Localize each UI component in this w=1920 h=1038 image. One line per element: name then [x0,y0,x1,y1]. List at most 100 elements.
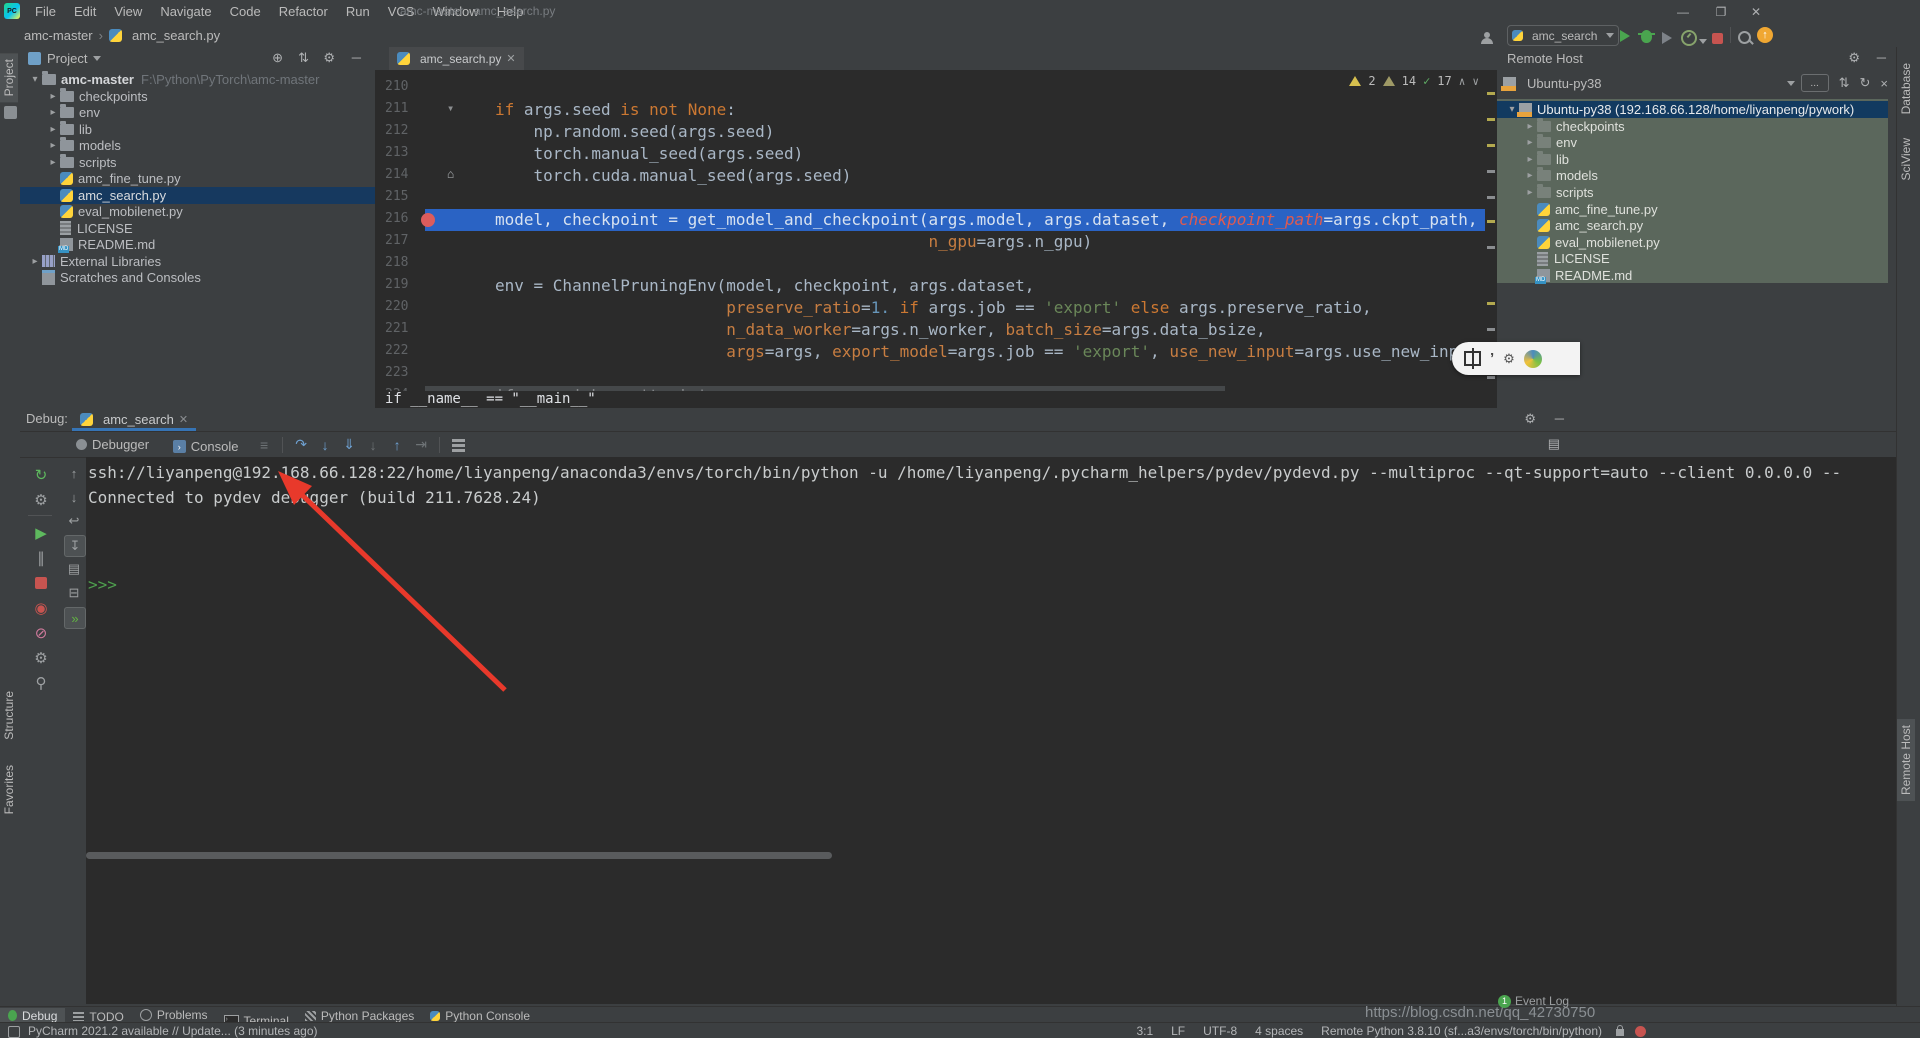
tool-window-tab-structure[interactable]: Structure [0,685,18,746]
stripe-mark[interactable] [1487,92,1495,95]
settings-icon[interactable]: ⚙ [1524,411,1536,427]
tree-row-scripts[interactable]: ▸scripts [1497,184,1888,201]
chevron-right-icon[interactable]: ▸ [46,91,60,102]
status-widget[interactable]: 4 spaces [1255,1024,1303,1038]
fold-marker-icon[interactable]: ⌂ [447,167,454,181]
chevron-right-icon[interactable]: ▸ [1523,121,1537,132]
tool-window-tab-sciview[interactable]: SciView [1897,132,1915,186]
remote-config-select[interactable]: Ubuntu-py38 [1527,76,1601,91]
readonly-lock-icon[interactable] [1616,1029,1624,1036]
down-stack-trace-icon[interactable]: ↓ [64,487,84,507]
run-to-cursor-icon[interactable]: ⇥ [409,436,433,453]
python-prompt[interactable]: >>> [88,575,117,594]
stripe-mark[interactable] [1487,376,1495,379]
settings-icon[interactable]: ⚙ [323,50,335,66]
code-editor[interactable]: 2 14 ✓ 17 ∧ ∨ 210211▾if args.seed is not… [375,70,1497,408]
locate-icon[interactable]: ⊕ [272,50,283,66]
search-everywhere-icon[interactable] [1738,29,1751,44]
maximize-button[interactable]: ❐ [1706,0,1736,23]
ime-chinese-icon[interactable] [1464,351,1481,366]
settings-icon[interactable]: ⚙ [1848,50,1860,66]
minimize-button[interactable]: — [1668,0,1698,23]
pin-icon[interactable]: ⚲ [30,673,52,693]
stripe-mark[interactable] [1487,196,1495,199]
project-panel-header[interactable]: Project [28,47,101,69]
tree-row-scripts[interactable]: ▸scripts [20,154,375,171]
tool-window-switcher-icon[interactable] [8,1026,20,1038]
python-prompt-icon[interactable]: » [64,607,86,629]
stripe-mark[interactable] [1487,220,1495,223]
debug-session-tab[interactable]: amc_search ✕ [72,408,196,430]
collapse-all-icon[interactable]: ⇅ [298,50,309,66]
clear-all-icon[interactable]: ⊟ [64,583,84,603]
code-line-218[interactable]: 218 [375,253,1497,275]
tool-window-tab-remote-host[interactable]: Remote Host [1897,719,1915,801]
status-message[interactable]: PyCharm 2021.2 available // Update... (3… [28,1024,318,1038]
tab-console[interactable]: › Console [163,434,249,460]
chevron-down-icon[interactable] [1787,81,1795,86]
tree-row-readme-md[interactable]: README.md [1497,267,1888,284]
tree-row-amc-master[interactable]: ▾amc-masterF:\Python\PyTorch\amc-master [20,71,375,88]
menu-file[interactable]: File [26,0,65,23]
refresh-icon[interactable]: ↻ [1860,75,1871,91]
tree-row-scratches-and-consoles[interactable]: Scratches and Consoles [20,269,375,286]
fold-marker-icon[interactable]: ▾ [447,101,454,115]
tree-row-amc-fine-tune-py[interactable]: amc_fine_tune.py [1497,201,1888,218]
menu-view[interactable]: View [105,0,151,23]
chevron-right-icon[interactable]: ▸ [46,157,60,168]
tool-window-tab-project[interactable]: Project [0,53,18,102]
vcs-user-icon[interactable] [1481,29,1493,44]
debug-console[interactable]: ssh://liyanpeng@192.168.66.128:22/home/l… [86,457,1876,997]
code-line-212[interactable]: 212 np.random.seed(args.seed) [375,121,1497,143]
pause-icon[interactable]: ∥ [30,548,52,568]
code-line-211[interactable]: 211▾if args.seed is not None: [375,99,1497,121]
step-into-icon[interactable]: ↓ [313,437,337,453]
collapse-expand-icon[interactable]: ⇅ [1839,75,1850,91]
more-options-button[interactable]: ... [1801,74,1829,92]
close-icon[interactable]: × [1880,76,1888,91]
tree-row-eval-mobilenet-py[interactable]: eval_mobilenet.py [20,203,375,220]
profiler-button[interactable] [1681,29,1697,46]
menu-run[interactable]: Run [337,0,379,23]
code-line-210[interactable]: 210 [375,77,1497,99]
soft-wrap-icon[interactable]: ↩ [64,511,84,531]
profiler-chevron-icon[interactable] [1699,33,1707,48]
chevron-right-icon[interactable]: ▸ [1523,187,1537,198]
code-line-223[interactable]: 223 [375,363,1497,385]
scroll-to-end-icon[interactable]: ↧ [64,535,86,557]
chevron-down-icon[interactable]: ▾ [28,74,42,85]
tab-debugger[interactable]: Debugger [66,431,159,457]
tree-row-amc-fine-tune-py[interactable]: amc_fine_tune.py [20,170,375,187]
menu-edit[interactable]: Edit [65,0,105,23]
remote-host-header[interactable]: Remote Host [1507,47,1583,69]
menu-navigate[interactable]: Navigate [151,0,220,23]
ime-logo-icon[interactable] [1524,350,1542,368]
code-line-217[interactable]: 217 n_gpu=args.n_gpu) [375,231,1497,253]
status-widget[interactable]: UTF-8 [1203,1024,1237,1038]
tree-row-checkpoints[interactable]: ▸checkpoints [20,88,375,105]
view-breakpoints-icon[interactable]: ◉ [30,598,52,618]
rerun-icon[interactable]: ↻ [30,465,52,485]
stripe-mark[interactable] [1487,246,1495,249]
settings-icon[interactable]: ⚙ [30,648,52,668]
stripe-mark[interactable] [1487,170,1495,173]
step-out-icon[interactable]: ↑ [385,437,409,453]
stop-icon[interactable] [30,573,52,593]
mute-breakpoints-icon[interactable]: ⊘ [30,623,52,643]
ime-toolbar[interactable]: ’ ⚙ [1452,342,1580,375]
editor-tab-amc-search[interactable]: amc_search.py ✕ [389,47,524,70]
tool-window-tab-favorites[interactable]: Favorites [0,759,18,820]
close-tab-icon[interactable]: ✕ [179,413,188,426]
breadcrumb-project[interactable]: amc-master [24,28,93,43]
stripe-mark[interactable] [1487,144,1495,147]
tool-window-tab-database[interactable]: Database [1897,57,1915,120]
update-available-icon[interactable]: ↑ [1757,27,1773,43]
tree-row-models[interactable]: ▸models [20,137,375,154]
tool-window-button-problems[interactable]: Problems [132,1007,216,1023]
code-line-220[interactable]: 220 preserve_ratio=1. if args.job == 'ex… [375,297,1497,319]
up-stack-trace-icon[interactable]: ↑ [64,463,84,483]
breadcrumb-file[interactable]: amc_search.py [132,28,220,43]
close-button[interactable]: ✕ [1741,0,1771,23]
print-icon[interactable]: ▤ [64,559,84,579]
code-line-215[interactable]: 215 [375,187,1497,209]
